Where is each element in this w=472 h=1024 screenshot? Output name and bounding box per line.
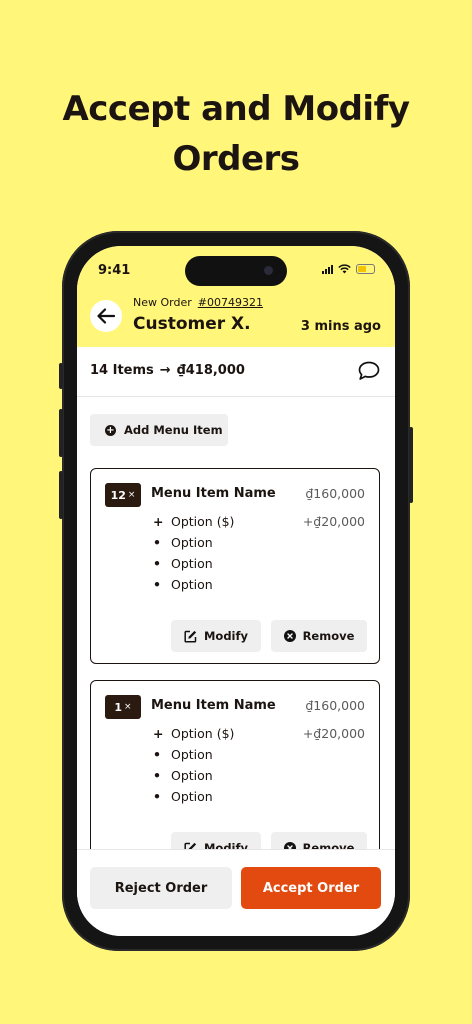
- option-mark: +: [153, 726, 164, 741]
- camera-icon: [264, 266, 273, 275]
- headline-line-2: Orders: [172, 139, 300, 179]
- option-mark: +: [153, 514, 164, 529]
- option-label: Option ($): [171, 726, 235, 741]
- item-option: + Option ($): [153, 726, 234, 741]
- order-header: New Order #00749321 Customer X. 3 mins ag…: [77, 294, 395, 347]
- option-label: Option: [171, 768, 213, 783]
- accept-order-button[interactable]: Accept Order: [241, 867, 381, 909]
- headline: Accept and Modify Orders: [0, 84, 472, 184]
- order-item-card: 12 × Menu Item Name ₫160,000 + Option ($)…: [90, 468, 380, 664]
- phone-power-button: [409, 427, 413, 503]
- item-price: ₫160,000: [305, 698, 365, 713]
- order-number-link[interactable]: #00749321: [198, 296, 263, 309]
- order-label: New Order: [133, 296, 192, 309]
- modify-button[interactable]: Modify: [171, 620, 261, 652]
- order-item-card: 1 × Menu Item Name ₫160,000 + Option ($) …: [90, 680, 380, 849]
- arrow-right-icon: →: [159, 363, 171, 378]
- quantity-value: 1: [114, 700, 123, 714]
- signal-icon: [322, 264, 333, 274]
- option-price: +₫20,000: [302, 514, 365, 529]
- modify-label: Modify: [203, 629, 249, 643]
- dynamic-island: [185, 256, 287, 286]
- summary-text: 14 Items → ₫418,000: [90, 363, 245, 378]
- option-label: Option: [171, 535, 213, 550]
- back-button[interactable]: [90, 300, 122, 332]
- order-items-list[interactable]: + Add Menu Item 12 × Menu Item Name ₫160,…: [77, 397, 395, 849]
- option-mark: •: [153, 789, 161, 804]
- arrow-left-icon: [97, 308, 115, 324]
- customer-name: Customer X.: [133, 314, 251, 334]
- modify-button[interactable]: Modify: [171, 832, 261, 849]
- action-footer: Reject Order Accept Order: [77, 849, 395, 936]
- option-label: Option: [171, 577, 213, 592]
- option-label: Option: [171, 789, 213, 804]
- order-label-line: New Order #00749321: [133, 296, 263, 309]
- quantity-badge: 12 ×: [105, 483, 141, 507]
- quantity-suffix: ×: [127, 490, 136, 500]
- add-menu-item-button[interactable]: + Add Menu Item: [90, 414, 228, 446]
- phone-volume-down: [59, 471, 63, 519]
- phone-silent-switch: [59, 363, 63, 389]
- status-icons: [322, 264, 375, 274]
- order-total: ₫418,000: [176, 363, 245, 378]
- item-option: • Option: [153, 556, 213, 571]
- remove-button[interactable]: Remove: [271, 832, 367, 849]
- quantity-badge: 1 ×: [105, 695, 141, 719]
- status-bar: 9:41: [77, 246, 395, 294]
- option-label: Option: [171, 747, 213, 762]
- add-menu-item-label: Add Menu Item: [124, 423, 223, 437]
- item-name: Menu Item Name: [151, 486, 276, 501]
- reject-order-button[interactable]: Reject Order: [90, 867, 232, 909]
- edit-icon: [184, 842, 197, 849]
- option-price: +₫20,000: [302, 726, 365, 741]
- option-mark: •: [153, 556, 161, 571]
- battery-icon: [356, 264, 375, 274]
- item-name: Menu Item Name: [151, 698, 276, 713]
- headline-line-1: Accept and Modify: [62, 89, 410, 129]
- phone-frame: 9:41 New Order #00749321 Customer X. 3 m…: [59, 231, 413, 951]
- quantity-suffix: ×: [124, 702, 132, 712]
- order-time-ago: 3 mins ago: [300, 319, 381, 334]
- option-label: Option ($): [171, 514, 235, 529]
- phone-screen: 9:41 New Order #00749321 Customer X. 3 m…: [77, 246, 395, 936]
- item-option: • Option: [153, 747, 213, 762]
- item-price: ₫160,000: [305, 486, 365, 501]
- close-circle-icon: [283, 630, 296, 642]
- item-count: 14 Items: [90, 363, 154, 378]
- phone-volume-up: [59, 409, 63, 457]
- remove-label: Remove: [302, 629, 355, 643]
- close-circle-icon: [283, 842, 296, 849]
- remove-label: Remove: [302, 841, 355, 849]
- plus-circle-icon: +: [105, 424, 116, 436]
- quantity-value: 12: [110, 488, 126, 502]
- order-summary: 14 Items → ₫418,000: [77, 347, 395, 397]
- chat-bubble-icon[interactable]: [358, 361, 380, 381]
- option-mark: •: [153, 768, 161, 783]
- modify-label: Modify: [203, 841, 249, 849]
- item-option: • Option: [153, 768, 213, 783]
- option-label: Option: [171, 556, 213, 571]
- option-mark: •: [153, 747, 161, 762]
- status-time: 9:41: [98, 263, 131, 278]
- item-option: • Option: [153, 577, 213, 592]
- option-mark: •: [153, 577, 161, 592]
- item-option: • Option: [153, 535, 213, 550]
- option-mark: •: [153, 535, 161, 550]
- item-option: + Option ($): [153, 514, 234, 529]
- remove-button[interactable]: Remove: [271, 620, 367, 652]
- edit-icon: [184, 630, 197, 643]
- wifi-icon: [338, 264, 351, 274]
- item-option: • Option: [153, 789, 213, 804]
